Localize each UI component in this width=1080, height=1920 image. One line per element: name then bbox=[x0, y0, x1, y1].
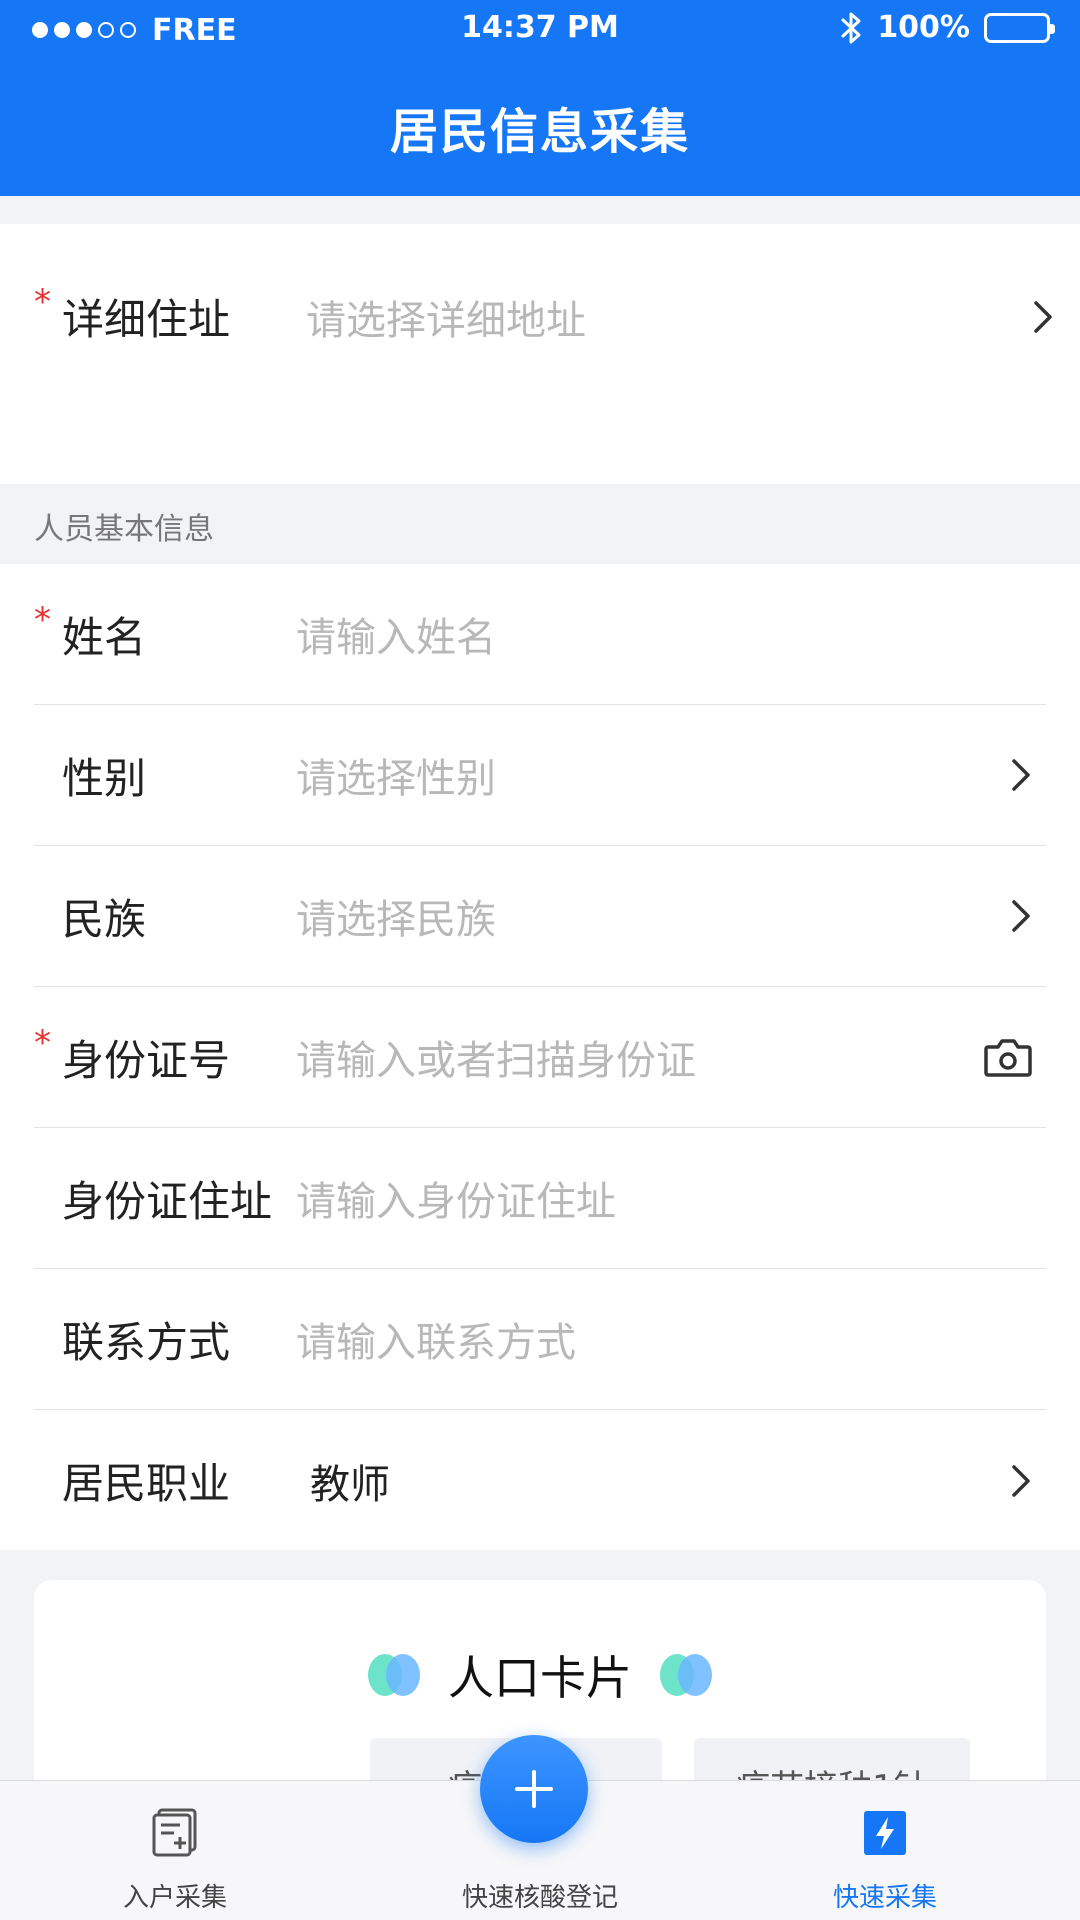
occupation-row[interactable]: 居民职业 教师 bbox=[34, 1410, 1046, 1551]
battery-percent: 100% bbox=[877, 10, 970, 45]
contact-input[interactable]: 请输入联系方式 bbox=[296, 1310, 1046, 1368]
bluetooth-icon bbox=[841, 12, 861, 43]
gender-select[interactable]: 请选择性别 bbox=[296, 746, 1006, 804]
population-card-title-text: 人口卡片 bbox=[448, 1651, 632, 1705]
gender-label-text: 性别 bbox=[62, 753, 147, 803]
id-address-label-text: 身份证住址 bbox=[62, 1176, 273, 1226]
ethnicity-label: 民族 bbox=[34, 886, 296, 947]
tab-quick-collect[interactable]: 快速采集 bbox=[810, 1781, 960, 1920]
required-mark: * bbox=[34, 599, 51, 640]
chevron-right-icon bbox=[1012, 900, 1030, 932]
name-input[interactable]: 请输入姓名 bbox=[296, 605, 1046, 663]
plus-icon bbox=[515, 1770, 553, 1808]
contact-label: 联系方式 bbox=[34, 1309, 296, 1370]
population-card-title: 人口卡片 bbox=[34, 1642, 1046, 1708]
address-label-text: 详细住址 bbox=[62, 295, 231, 344]
tab-label: 快速采集 bbox=[832, 1883, 937, 1913]
basic-info-section: * 姓名 请输入姓名 性别 请选择性别 民族 请选择民族 * 身份证号 请输入或… bbox=[0, 564, 1080, 1550]
contact-row[interactable]: 联系方式 请输入联系方式 bbox=[34, 1269, 1046, 1410]
occupation-value[interactable]: 教师 bbox=[296, 1452, 1006, 1510]
status-bar: FREE 14:37 PM 100% bbox=[0, 0, 1080, 60]
tab-household-collect[interactable]: 入户采集 bbox=[100, 1781, 250, 1920]
id-number-label-text: 身份证号 bbox=[62, 1035, 231, 1085]
camera-icon[interactable] bbox=[982, 1033, 1034, 1081]
id-number-label: * 身份证号 bbox=[34, 1023, 296, 1088]
chevron-right-icon bbox=[1012, 759, 1030, 791]
required-mark: * bbox=[34, 1022, 51, 1063]
name-label: * 姓名 bbox=[34, 600, 296, 665]
ethnicity-select[interactable]: 请选择民族 bbox=[296, 887, 1006, 945]
section-header: 人员基本信息 bbox=[0, 484, 1080, 564]
address-section: * 详细住址 请选择详细地址 bbox=[0, 224, 1080, 484]
id-address-input[interactable]: 请输入身份证住址 bbox=[296, 1169, 1046, 1227]
gender-row[interactable]: 性别 请选择性别 bbox=[34, 705, 1046, 846]
name-label-text: 姓名 bbox=[62, 612, 147, 662]
required-mark: * bbox=[34, 282, 51, 322]
status-right: 100% bbox=[841, 10, 1055, 45]
occupation-label: 居民职业 bbox=[34, 1450, 296, 1511]
lightning-icon bbox=[864, 1811, 906, 1855]
tab-label: 入户采集 bbox=[122, 1883, 227, 1913]
title-decoration-icon bbox=[368, 1654, 420, 1696]
id-address-label: 身份证住址 bbox=[34, 1168, 296, 1229]
app-screen: FREE 14:37 PM 100% 居民信息采集 * 详细住址 请选择详细地址 bbox=[0, 0, 1080, 1920]
id-address-row[interactable]: 身份证住址 请输入身份证住址 bbox=[34, 1128, 1046, 1269]
tab-label: 快速核酸登记 bbox=[461, 1883, 618, 1913]
name-row[interactable]: * 姓名 请输入姓名 bbox=[34, 564, 1046, 705]
ethnicity-label-text: 民族 bbox=[62, 894, 147, 944]
add-button[interactable] bbox=[480, 1735, 588, 1843]
battery-icon bbox=[984, 12, 1055, 43]
title-decoration-icon bbox=[660, 1654, 712, 1696]
address-label: * 详细住址 bbox=[34, 282, 296, 347]
form-add-icon bbox=[152, 1808, 197, 1857]
gender-label: 性别 bbox=[34, 745, 296, 806]
id-number-row[interactable]: * 身份证号 请输入或者扫描身份证 bbox=[34, 987, 1046, 1128]
chevron-right-icon bbox=[1012, 1464, 1030, 1497]
id-number-input[interactable]: 请输入或者扫描身份证 bbox=[296, 1028, 982, 1086]
contact-label-text: 联系方式 bbox=[62, 1317, 231, 1367]
address-row[interactable]: * 详细住址 请选择详细地址 bbox=[34, 246, 1052, 387]
page-title: 居民信息采集 bbox=[389, 104, 690, 160]
occupation-label-text: 居民职业 bbox=[62, 1459, 231, 1508]
header: FREE 14:37 PM 100% 居民信息采集 bbox=[0, 0, 1080, 196]
chevron-right-icon bbox=[1034, 300, 1052, 333]
section-title: 人员基本信息 bbox=[34, 512, 214, 547]
ethnicity-row[interactable]: 民族 请选择民族 bbox=[34, 846, 1046, 987]
address-placeholder: 请选择详细地址 bbox=[306, 297, 586, 344]
